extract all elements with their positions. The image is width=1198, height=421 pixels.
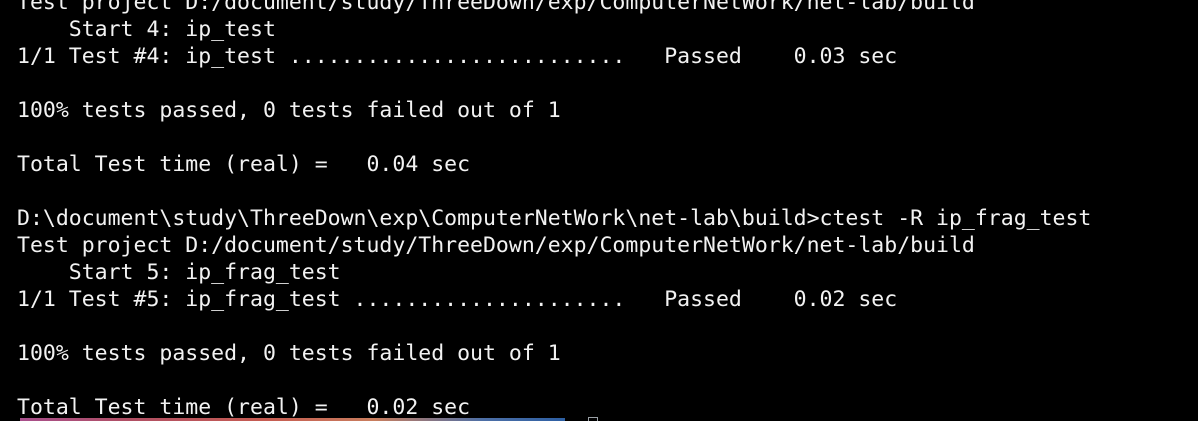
terminal-command-line: D:\document\study\ThreeDown\exp\Computer…	[17, 206, 1092, 231]
terminal-line: Test project D:/document/study/ThreeDown…	[17, 233, 975, 258]
terminal-line: Test project D:/document/study/ThreeDown…	[17, 0, 975, 15]
terminal-line: 100% tests passed, 0 tests failed out of…	[17, 341, 561, 366]
terminal-line: 1/1 Test #5: ip_frag_test ..............…	[17, 287, 898, 312]
terminal-line: Total Test time (real) = 0.02 sec	[17, 395, 471, 420]
terminal-output: Test project D:/document/study/ThreeDown…	[17, 0, 1091, 421]
terminal-line: Start 5: ip_frag_test	[17, 260, 341, 285]
terminal-line: 100% tests passed, 0 tests failed out of…	[17, 98, 561, 123]
terminal-window[interactable]: Test project D:/document/study/ThreeDown…	[0, 0, 1198, 421]
terminal-line: Total Test time (real) = 0.04 sec	[17, 152, 471, 177]
cursor-icon	[588, 417, 598, 421]
terminal-line: Start 4: ip_test	[17, 17, 276, 42]
terminal-line: 1/1 Test #4: ip_test ...................…	[17, 44, 898, 69]
